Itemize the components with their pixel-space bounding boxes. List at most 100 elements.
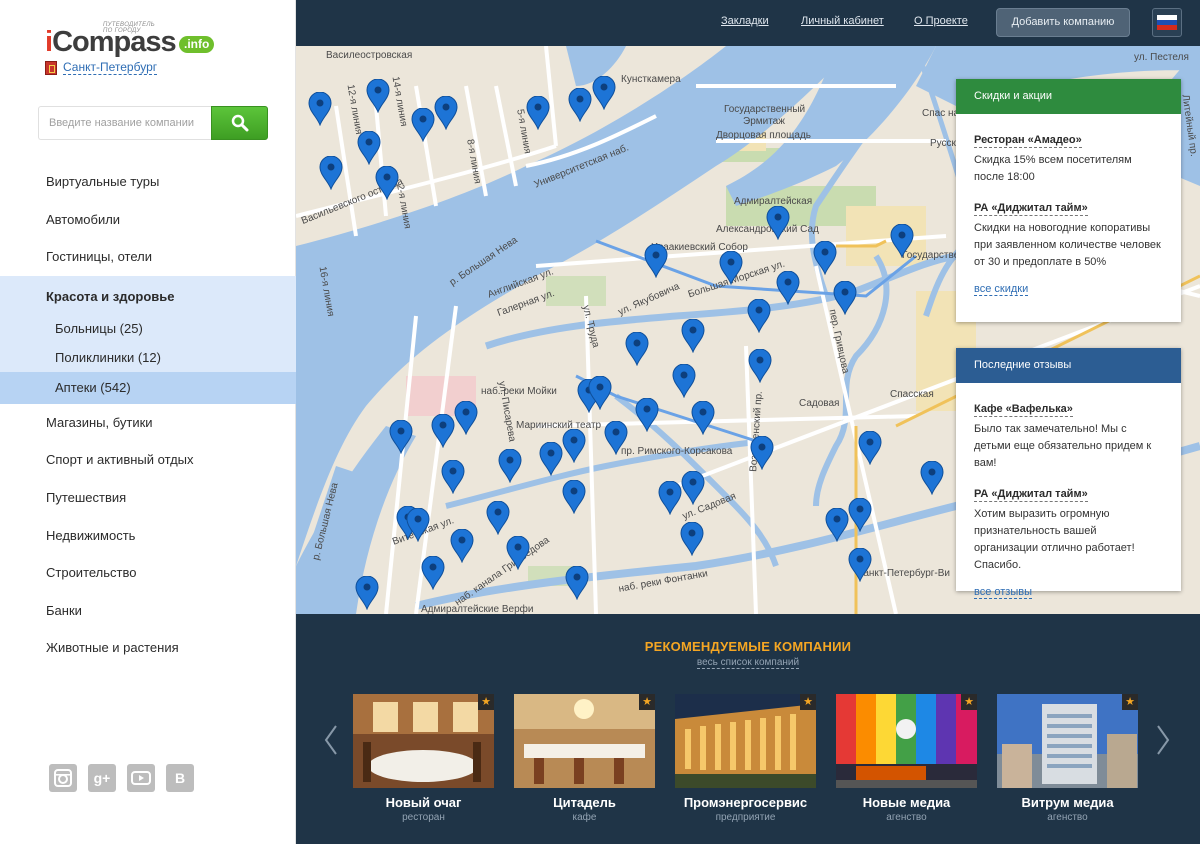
map-pin-icon[interactable] [568,87,592,123]
map-pin-icon[interactable] [450,528,474,564]
map-pin-icon[interactable] [389,419,413,455]
map-pin-icon[interactable] [681,318,705,354]
map-pin-icon[interactable] [635,397,659,433]
deal-title[interactable]: Ресторан «Амадео» [974,134,1082,148]
menu-item-banks[interactable]: Банки [0,592,296,630]
menu-item-construction[interactable]: Строительство [0,554,296,592]
map-pin-icon[interactable] [750,435,774,471]
map-pin-icon[interactable] [672,363,696,399]
map-label: Кунсткамера [621,74,681,85]
map-pin-icon[interactable] [562,428,586,464]
menu-item-virtual-tours[interactable]: Виртуальные туры [0,163,296,201]
map-pin-icon[interactable] [658,480,682,516]
map-pin-icon[interactable] [588,375,612,411]
map-pin-icon[interactable] [833,280,857,316]
review-text: Хотим выразить огромную признательность … [974,508,1135,571]
map-pin-icon[interactable] [848,497,872,533]
map-pin-icon[interactable] [562,479,586,515]
google-plus-icon[interactable]: g+ [88,764,116,792]
review-title[interactable]: Кафе «Вафелька» [974,403,1073,417]
map-pin-icon[interactable] [625,331,649,367]
map-pin-icon[interactable] [308,91,332,127]
map-pin-icon[interactable] [526,95,550,131]
map-pin-icon[interactable] [498,448,522,484]
city-name[interactable]: Санкт-Петербург [63,61,158,75]
map-pin-icon[interactable] [748,348,772,384]
map-pin-icon[interactable] [681,470,705,506]
map-pin-icon[interactable] [421,555,445,591]
company-card[interactable]: ★ Промэнергосервис предприятие [675,694,816,823]
review-title[interactable]: РА «Диджитал тайм» [974,488,1088,502]
account-link[interactable]: Личный кабинет [801,15,884,27]
all-reviews-link[interactable]: все отзывы [974,586,1033,599]
about-link[interactable]: О Проекте [914,15,968,27]
map-pin-icon[interactable] [920,460,944,496]
deals-panel-title: Скидки и акции [956,79,1181,114]
map-pin-icon[interactable] [592,75,616,111]
map-pin-icon[interactable] [848,547,872,583]
map-pin-icon[interactable] [431,413,455,449]
map-pin-icon[interactable] [454,400,478,436]
map-pin-icon[interactable] [375,165,399,201]
deal-title[interactable]: РА «Диджитал тайм» [974,202,1088,216]
company-card[interactable]: ★ Цитадель кафе [514,694,655,823]
menu-item-sport[interactable]: Спорт и активный отдых [0,441,296,479]
map-pin-icon[interactable] [506,535,530,571]
map-pin-icon[interactable] [366,78,390,114]
company-type: агенство [1047,812,1088,823]
menu-item-beauty-health[interactable]: Красота и здоровье [0,276,296,314]
map-pin-icon[interactable] [719,250,743,286]
submenu-item-pharmacies[interactable]: Аптеки (542) [0,371,296,404]
map-pin-icon[interactable] [747,298,771,334]
map-pin-icon[interactable] [355,575,379,611]
submenu-item-clinics[interactable]: Поликлиники (12) [0,343,296,372]
map-pin-icon[interactable] [776,270,800,306]
search-input[interactable] [38,106,211,140]
map-pin-icon[interactable] [766,205,790,241]
menu-item-cars[interactable]: Автомобили [0,201,296,239]
map-pin-icon[interactable] [691,400,715,436]
map-pin-icon[interactable] [680,521,704,557]
language-flag-icon[interactable] [1152,8,1182,37]
instagram-icon[interactable] [49,764,77,792]
map-pin-icon[interactable] [434,95,458,131]
map-pin-icon[interactable] [441,459,465,495]
map-pin-icon[interactable] [565,565,589,601]
bookmarks-link[interactable]: Закладки [721,15,769,27]
add-company-button[interactable]: Добавить компанию [996,8,1130,37]
menu-item-animals[interactable]: Животные и растения [0,629,296,667]
map-pin-icon[interactable] [604,420,628,456]
map-pin-icon[interactable] [319,155,343,191]
all-deals-link[interactable]: все скидки [974,283,1029,296]
company-photo: ★ [514,694,655,788]
all-companies-link[interactable]: весь список компаний [696,657,800,669]
chevron-right-icon[interactable] [1153,722,1173,758]
map-label: Садовая [799,398,840,409]
map-pin-icon[interactable] [406,507,430,543]
company-type: предприятие [715,812,776,823]
map-pin-icon[interactable] [486,500,510,536]
company-card[interactable]: ★ Витрум медиа агенство [997,694,1138,823]
map-pin-icon[interactable] [539,441,563,477]
map-pin-icon[interactable] [825,507,849,543]
company-card[interactable]: ★ Новый очаг ресторан [353,694,494,823]
vk-icon[interactable]: B [166,764,194,792]
map-pin-icon[interactable] [813,240,837,276]
chevron-left-icon[interactable] [321,722,341,758]
map-pin-icon[interactable] [644,243,668,279]
menu-item-realty[interactable]: Недвижимость [0,517,296,555]
company-card[interactable]: ★ Новые медиа агенство [836,694,977,823]
search-button[interactable] [211,106,268,140]
social-links: g+ B [49,764,194,792]
youtube-icon[interactable] [127,764,155,792]
city-selector[interactable]: Санкт-Петербург [45,61,158,75]
map-pin-icon[interactable] [357,130,381,166]
menu-item-shops[interactable]: Магазины, бутики [0,404,296,442]
menu-item-travel[interactable]: Путешествия [0,479,296,517]
submenu-item-hospitals[interactable]: Больницы (25) [0,314,296,343]
map-pin-icon[interactable] [411,107,435,143]
menu-item-hotels[interactable]: Гостиницы, отели [0,238,296,276]
city-map[interactable]: Василеостровская Кунсткамера Государстве… [296,46,1200,614]
map-pin-icon[interactable] [858,430,882,466]
map-pin-icon[interactable] [890,223,914,259]
